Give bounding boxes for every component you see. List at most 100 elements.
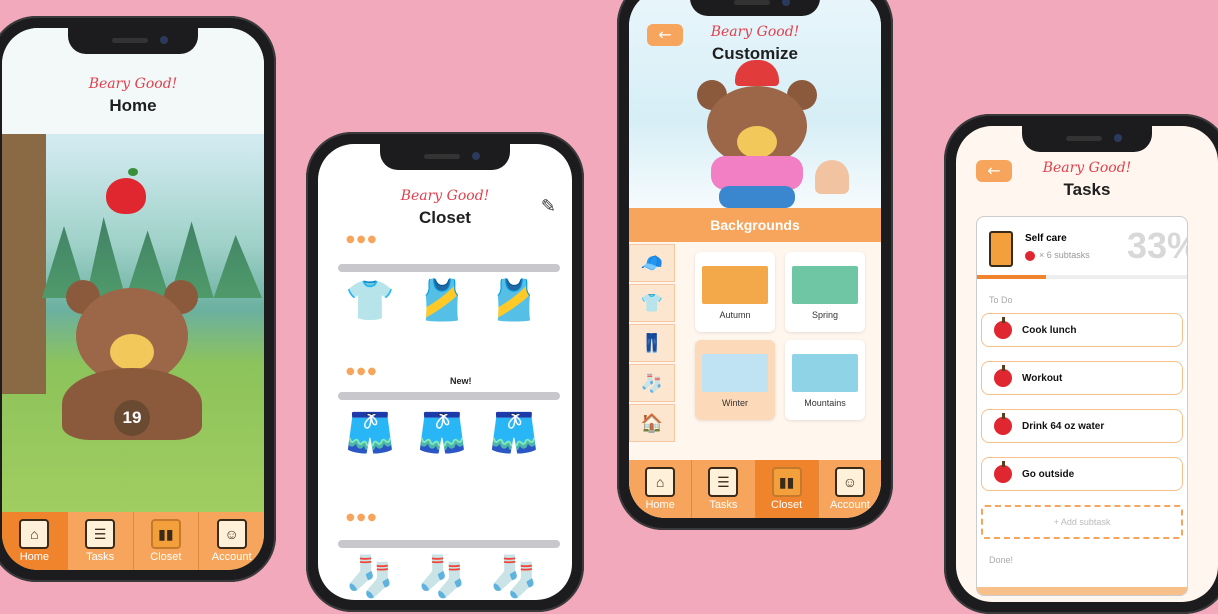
nav-label: Tasks: [709, 499, 738, 511]
tree-trunk: [2, 134, 46, 394]
task-group-meta: × 6 subtasks: [1039, 250, 1090, 260]
background-thumbnail: [702, 354, 768, 392]
tab-shirts[interactable]: 👕: [629, 284, 675, 322]
backgrounds-header: Backgrounds: [629, 208, 881, 242]
orange-shorts[interactable]: 🩳: [344, 406, 396, 460]
striped-socks[interactable]: 🧦: [344, 550, 396, 600]
page-title: Home: [109, 96, 157, 115]
background-label: Spring: [811, 310, 838, 320]
apple-icon: [994, 365, 1012, 387]
nav-label: Account: [211, 551, 252, 563]
nav-tasks[interactable]: ☰ Tasks: [691, 460, 754, 518]
clipboard-icon: ☰: [708, 467, 739, 497]
task-label: Workout: [1022, 372, 1063, 384]
brand-logo: Beary Good!: [400, 188, 490, 204]
tasks-screen: ← Beary Good! Tasks Self care × 6 subtas…: [956, 126, 1218, 602]
notch: [690, 0, 820, 16]
edit-icon[interactable]: ✎: [541, 196, 556, 217]
task-item[interactable]: Go outside: [981, 457, 1183, 491]
task-label: Go outside: [1022, 468, 1075, 480]
hanger-rod: [338, 264, 560, 272]
cupcake: [815, 160, 849, 194]
apple-icon: [994, 317, 1012, 339]
apple-icon[interactable]: [106, 178, 146, 214]
tab-pants[interactable]: 👖: [629, 324, 675, 362]
customize-screen: ← Beary Good! Customize Backgrounds 🧢 👕 …: [629, 0, 881, 518]
closet-icon: ▮▮: [150, 519, 181, 549]
brand-logo: Beary Good!: [88, 76, 178, 92]
background-card[interactable]: Spring: [785, 252, 865, 332]
nav-home[interactable]: ⌂ Home: [2, 512, 67, 570]
closet-screen: Beary Good! Closet ✎ ●●● 👕 🎽 🎽 ●●● New! …: [318, 144, 572, 600]
brand-logo: Beary Good!: [710, 24, 800, 40]
nav-home[interactable]: ⌂ Home: [629, 460, 691, 518]
background-card-selected[interactable]: Winter: [695, 340, 775, 420]
nav-closet[interactable]: ▮▮ Closet: [132, 512, 199, 570]
task-item[interactable]: Drink 64 oz water: [981, 409, 1183, 443]
home-icon: ⌂: [645, 467, 676, 497]
apple-icon: [994, 413, 1012, 435]
add-subtask-button[interactable]: + Add subtask: [981, 505, 1183, 539]
blue-shirt[interactable]: 👕: [344, 274, 396, 328]
todo-section-label: To Do: [989, 295, 1013, 305]
apple-leaf: [128, 168, 138, 176]
nav-label: Closet: [771, 499, 803, 511]
progress-bar-fill: [977, 275, 1047, 279]
drawer-icon: [989, 231, 1013, 267]
nav-account[interactable]: ☺ Account: [198, 512, 264, 570]
progress-percent: 33%: [1127, 225, 1187, 266]
account-icon: ☺: [834, 467, 865, 497]
green-tank-top[interactable]: 🎽: [416, 274, 468, 328]
task-label: Cook lunch: [1022, 324, 1077, 336]
new-badge: New!: [450, 376, 472, 386]
tab-hats[interactable]: 🧢: [629, 244, 675, 282]
blue-tank-top[interactable]: 🎽: [488, 274, 540, 328]
background-card[interactable]: Mountains: [785, 340, 865, 420]
nav-tasks[interactable]: ☰ Tasks: [66, 512, 133, 570]
background-label: Mountains: [804, 398, 846, 408]
task-item[interactable]: Workout: [981, 361, 1183, 395]
phone-closet: Beary Good! Closet ✎ ●●● 👕 🎽 🎽 ●●● New! …: [306, 132, 584, 612]
row-dots: ●●●: [346, 366, 379, 377]
blue-socks[interactable]: 🧦: [416, 550, 468, 600]
background-thumbnail: [702, 266, 768, 304]
phone-home: Beary Good! Home 19 ⌂ Home ☰ Tasks ▮▮ Close…: [0, 16, 276, 582]
notch: [68, 28, 198, 54]
row-dots: ●●●: [346, 234, 379, 245]
nav-label: Home: [645, 499, 675, 511]
nav-closet[interactable]: ▮▮ Closet: [754, 460, 818, 518]
task-item[interactable]: Cook lunch: [981, 313, 1183, 347]
tab-backgrounds[interactable]: 🏠: [629, 404, 675, 442]
notch: [1022, 126, 1152, 152]
bottom-nav: ⌂ Home ☰ Tasks ▮▮ Closet ☺ Account: [2, 512, 264, 570]
closet-icon: ▮▮: [771, 467, 802, 497]
nav-label: Account: [830, 499, 870, 511]
row-dots: ●●●: [346, 512, 379, 523]
background-thumbnail: [792, 266, 858, 304]
denim-shorts[interactable]: 🩳: [416, 406, 468, 460]
task-label: Drink 64 oz water: [1022, 420, 1105, 432]
bottom-nav: ⌂ Home ☰ Tasks ▮▮ Closet ☺ Account: [629, 460, 881, 518]
green-shorts[interactable]: 🩳: [488, 406, 540, 460]
background-card[interactable]: Autumn: [695, 252, 775, 332]
star-socks[interactable]: 🧦: [488, 550, 540, 600]
nav-label: Home: [19, 551, 50, 563]
tab-socks[interactable]: 🧦: [629, 364, 675, 402]
honey-pot-badge: 19: [114, 400, 150, 436]
background-label: Winter: [721, 398, 748, 408]
done-bar: [977, 587, 1187, 595]
task-group-card[interactable]: Self care × 6 subtasks 33% To Do Cook lu…: [976, 216, 1188, 596]
nav-label: Tasks: [86, 551, 115, 563]
bear-character[interactable]: [697, 60, 817, 208]
background-label: Autumn: [719, 310, 751, 320]
clipboard-icon: ☰: [85, 519, 116, 549]
hanger-rod: [338, 540, 560, 548]
phone-tasks: ← Beary Good! Tasks Self care × 6 subtas…: [944, 114, 1218, 614]
nav-label: Closet: [150, 551, 182, 563]
background-thumbnail: [792, 354, 858, 392]
brand-logo: Beary Good!: [1042, 160, 1132, 176]
account-icon: ☺: [216, 519, 247, 549]
nav-account[interactable]: ☺ Account: [817, 460, 881, 518]
home-icon: ⌂: [19, 519, 50, 549]
page-title: Closet: [419, 208, 471, 227]
